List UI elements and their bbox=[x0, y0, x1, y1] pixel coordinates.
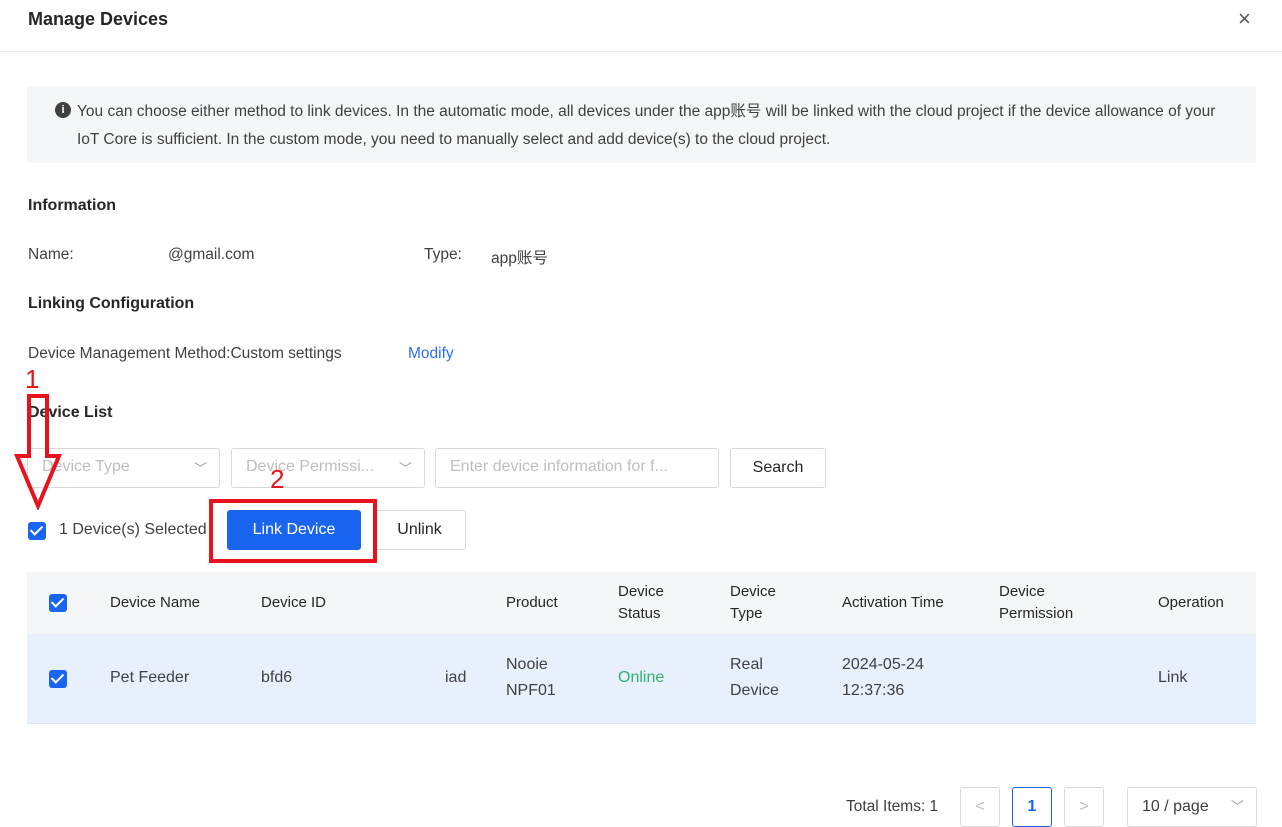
prev-page-button[interactable]: < bbox=[960, 787, 1000, 827]
col-operation: Operation bbox=[1158, 594, 1224, 611]
select-all-checkbox[interactable] bbox=[28, 522, 46, 540]
total-items: Total Items: 1 bbox=[846, 798, 939, 815]
information-heading: Information bbox=[28, 197, 116, 214]
col-device-status: Device Status bbox=[618, 583, 664, 622]
management-method-text: Device Management Method:Custom settings bbox=[28, 345, 342, 362]
chevron-down-icon: ﹀ bbox=[1230, 799, 1244, 814]
info-notice: i You can choose either method to link d… bbox=[27, 86, 1256, 163]
page-1-button[interactable]: 1 bbox=[1012, 787, 1052, 827]
header-select-checkbox[interactable] bbox=[49, 594, 67, 612]
col-device-name: Device Name bbox=[110, 594, 201, 611]
col-device-type: Device Type bbox=[730, 583, 776, 622]
name-value: @gmail.com bbox=[168, 246, 255, 263]
table-header: Device Name Device ID Product Device Sta… bbox=[27, 572, 1256, 634]
col-product: Product bbox=[506, 594, 558, 611]
linking-heading: Linking Configuration bbox=[28, 295, 195, 312]
col-activation-time: Activation Time bbox=[842, 594, 944, 611]
down-arrow-icon bbox=[14, 394, 62, 510]
cell-device-name: Pet Feeder bbox=[110, 669, 190, 686]
col-device-permission: Device Permission bbox=[999, 583, 1074, 622]
search-button[interactable]: Search bbox=[730, 448, 826, 488]
next-page-button[interactable]: > bbox=[1064, 787, 1104, 827]
close-icon[interactable]: × bbox=[1238, 6, 1251, 32]
annotation-step-1: 1 bbox=[25, 364, 40, 394]
cell-activation-time: 2024-05-24 12:37:36 bbox=[842, 656, 924, 699]
search-placeholder: Enter device information for f... bbox=[450, 458, 668, 475]
device-search-input[interactable]: Enter device information for f... bbox=[435, 448, 719, 488]
chevron-down-icon: ﹀ bbox=[193, 461, 207, 476]
cell-product: Nooie NPF01 bbox=[506, 656, 556, 699]
device-permission-select[interactable]: Device Permissi... ﹀ bbox=[231, 448, 425, 488]
dialog-title: Manage Devices bbox=[28, 9, 169, 29]
chevron-down-icon: ﹀ bbox=[398, 461, 412, 476]
row-select-checkbox[interactable] bbox=[49, 670, 67, 688]
device-permission-placeholder: Device Permissi... bbox=[246, 458, 375, 475]
notice-text: You can choose either method to link dev… bbox=[77, 103, 1216, 148]
row-link-action[interactable]: Link bbox=[1158, 665, 1187, 691]
modify-link[interactable]: Modify bbox=[408, 345, 454, 363]
info-icon: i bbox=[55, 102, 71, 118]
selected-count: 1 Device(s) Selected bbox=[59, 521, 207, 538]
annotation-highlight-box bbox=[209, 499, 377, 563]
unlink-button[interactable]: Unlink bbox=[373, 510, 466, 550]
cell-status: Online bbox=[618, 669, 665, 686]
annotation-step-2: 2 bbox=[270, 464, 285, 494]
type-value: app账号 bbox=[491, 250, 548, 267]
dialog-header: Manage Devices × bbox=[0, 0, 1282, 52]
page-size-value: 10 / page bbox=[1142, 798, 1209, 815]
table-row: Pet Feeder bfd6 iad Nooie NPF01 Online R… bbox=[27, 634, 1256, 724]
col-device-id: Device ID bbox=[261, 594, 327, 611]
cell-device-id-end: iad bbox=[445, 669, 467, 686]
page-size-select[interactable]: 10 / page ﹀ bbox=[1127, 787, 1257, 827]
cell-device-id-start: bfd6 bbox=[261, 669, 293, 686]
cell-device-type: Real Device bbox=[730, 656, 779, 699]
type-label: Type: bbox=[424, 246, 462, 263]
name-label: Name: bbox=[28, 246, 74, 263]
